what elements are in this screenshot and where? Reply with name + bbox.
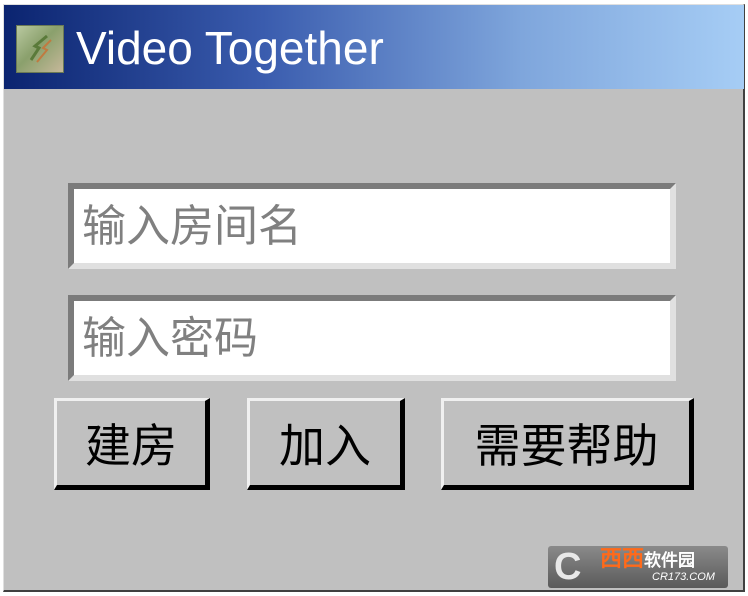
- watermark-brand: 西西: [600, 547, 645, 572]
- app-icon: [16, 25, 64, 73]
- room-name-field: [68, 183, 676, 269]
- watermark-suffix: 软件园: [644, 551, 696, 571]
- window-title: Video Together: [76, 22, 384, 74]
- create-room-button[interactable]: 建房: [54, 398, 210, 490]
- watermark-logo: C 西西软件园 CR173.COM: [548, 546, 728, 588]
- join-button[interactable]: 加入: [247, 398, 405, 490]
- watermark-name: 西西软件园: [600, 548, 695, 573]
- video-together-window: Video Together 建房 加入 需要帮助 C 西西软件园 CR173.…: [3, 4, 745, 592]
- password-input[interactable]: [74, 301, 670, 375]
- room-name-input[interactable]: [74, 189, 670, 263]
- watermark-domain: CR173.COM: [652, 571, 715, 583]
- password-field: [68, 295, 676, 381]
- watermark-c-icon: C: [554, 546, 582, 588]
- title-bar[interactable]: Video Together: [4, 5, 744, 89]
- help-button[interactable]: 需要帮助: [441, 398, 694, 490]
